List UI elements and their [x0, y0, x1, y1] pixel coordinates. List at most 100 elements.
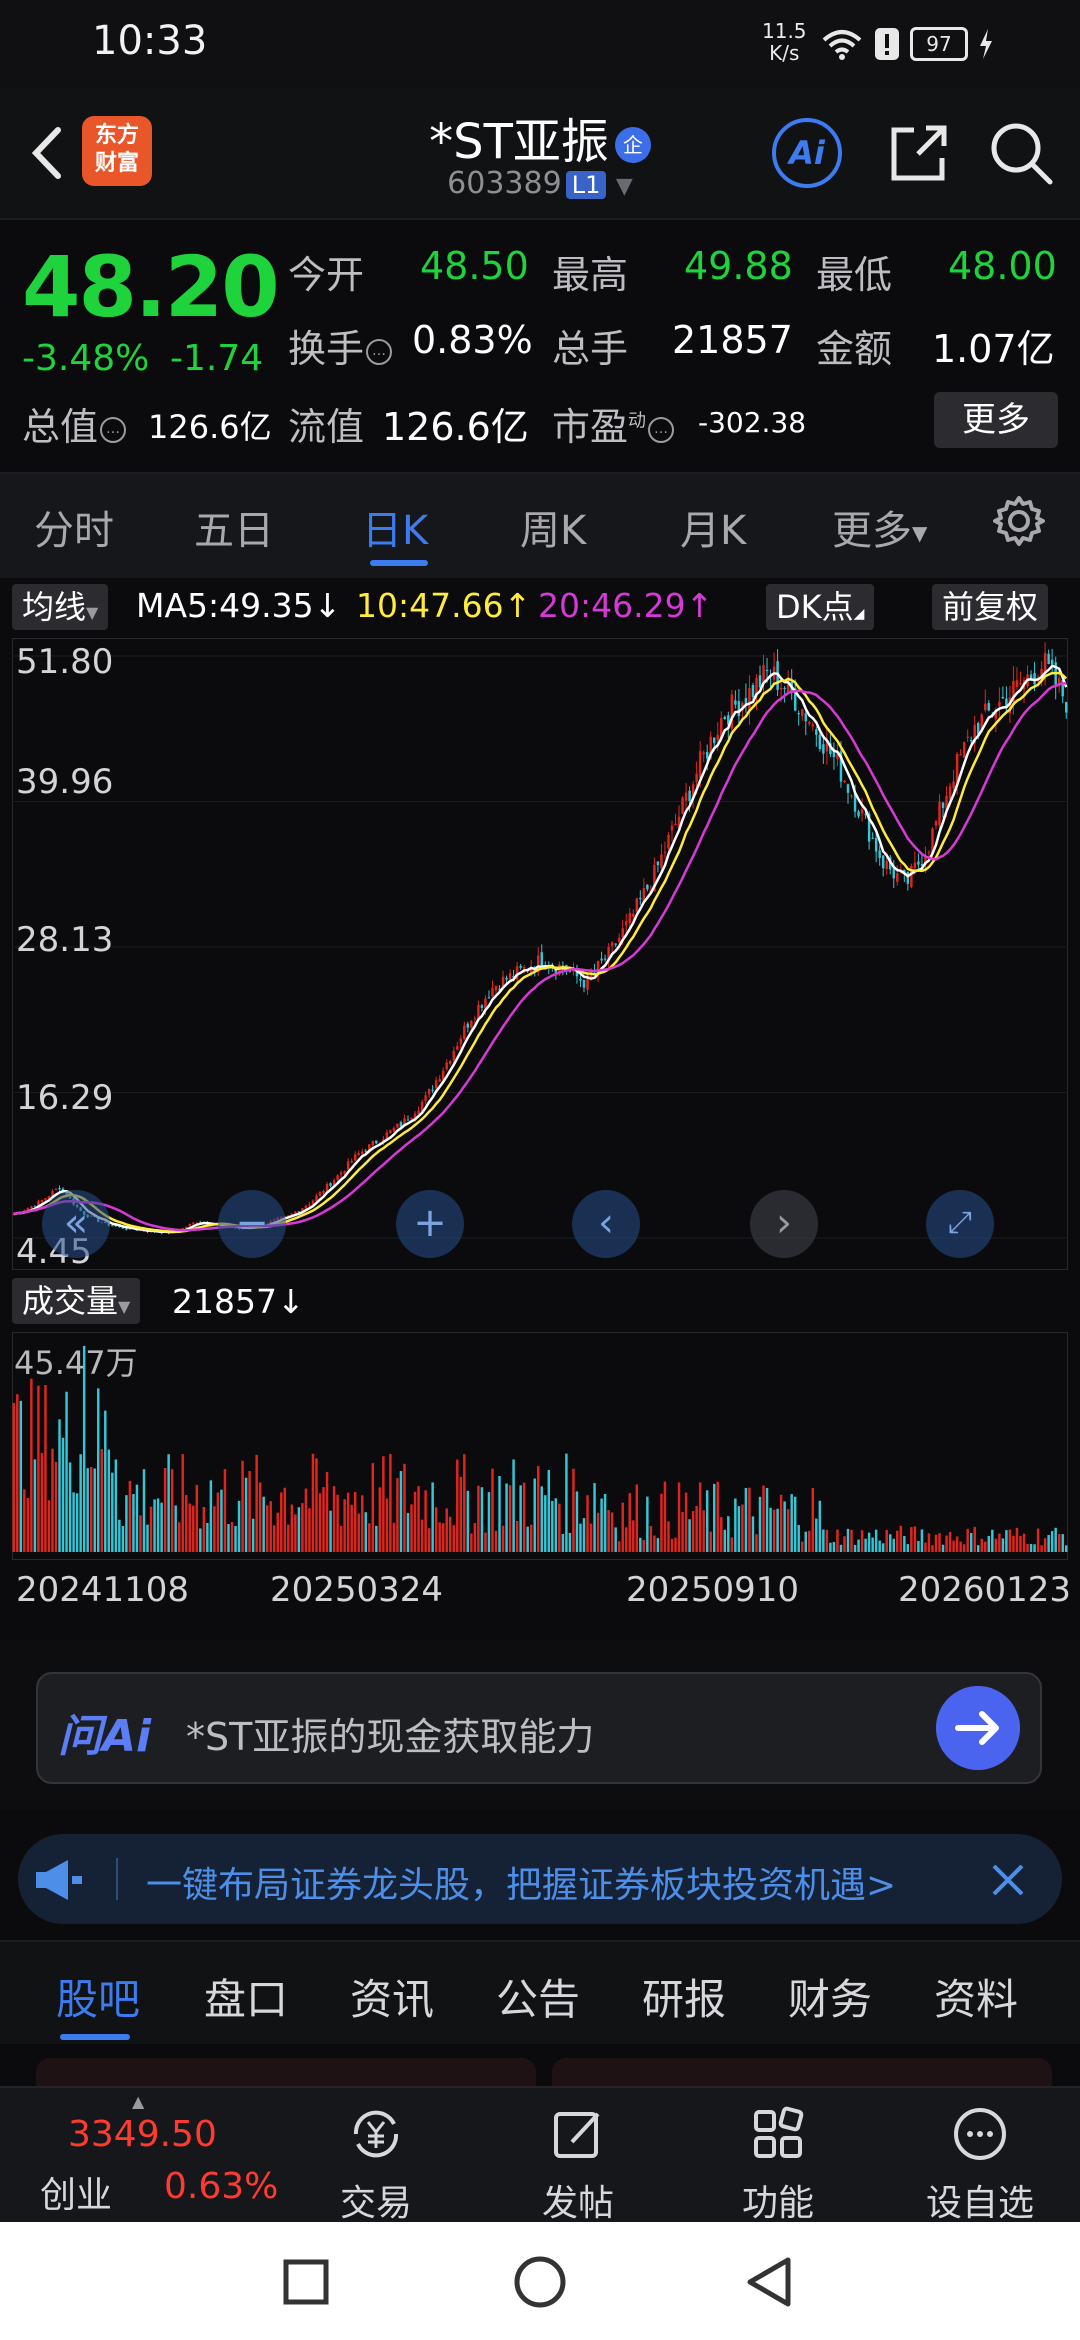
tab-finance[interactable]: 财务 [788, 1966, 872, 2027]
volume-bar [547, 1469, 551, 1552]
tab-more[interactable]: 更多▼ [832, 498, 927, 556]
search-icon[interactable] [986, 118, 1056, 188]
candle-body [1065, 702, 1068, 713]
volume-bar [1054, 1527, 1057, 1552]
home-icon[interactable] [512, 2254, 568, 2310]
ai-button[interactable]: Ai [772, 118, 842, 188]
volume-bar [1036, 1528, 1040, 1552]
candle-body [660, 854, 663, 868]
volume-bar [713, 1483, 716, 1552]
volume-bar [519, 1485, 522, 1552]
volume-bar [575, 1491, 579, 1552]
candle-body [948, 786, 952, 800]
ma20-text: 20:46.29↑ [538, 586, 714, 625]
promo-banner[interactable]: 一键布局证券龙头股，把握证券板块投资机遇> [18, 1834, 1062, 1924]
add-watchlist-button[interactable]: 设自选 [910, 2104, 1050, 2226]
volume-bar [26, 1497, 30, 1552]
scroll-left-button[interactable]: ‹ [572, 1190, 640, 1258]
volume-bar [969, 1533, 973, 1552]
volume-bar [403, 1463, 406, 1552]
candle-body [375, 1140, 378, 1144]
candle-body [424, 1095, 427, 1101]
candle-body [917, 861, 920, 865]
scroll-left-fast-button[interactable]: « [42, 1190, 110, 1258]
fullscreen-icon[interactable]: ⤢ [926, 1190, 994, 1258]
recents-icon[interactable] [282, 2258, 330, 2306]
share-icon[interactable] [884, 118, 954, 188]
enterprise-badge: 企 [614, 127, 651, 163]
volume-bar [642, 1539, 646, 1552]
volume-bar [195, 1484, 199, 1552]
volume-selector[interactable]: 成交量▼ [12, 1278, 141, 1324]
zoom-in-button[interactable]: + [396, 1190, 464, 1258]
volume-bar [177, 1522, 181, 1552]
close-icon[interactable] [980, 1852, 1036, 1908]
volume-bar [691, 1511, 695, 1552]
volume-chart[interactable] [12, 1332, 1068, 1560]
volume-bar [1019, 1535, 1022, 1552]
candle-body [417, 1110, 420, 1114]
tab-monthly-k[interactable]: 月K [680, 498, 746, 556]
tab-daily-k[interactable]: 日K [362, 498, 428, 556]
info-icon[interactable]: … [366, 338, 393, 365]
volume-bar [808, 1530, 811, 1552]
info-icon[interactable]: … [648, 416, 675, 443]
candle-body [371, 1141, 375, 1146]
volume-bar [815, 1518, 818, 1552]
candle-body [58, 1188, 61, 1190]
volume-bar [1029, 1543, 1033, 1552]
tab-five-day[interactable]: 五日 [194, 498, 274, 556]
post-button[interactable]: 发帖 [508, 2104, 648, 2226]
adjust-button[interactable]: 前复权 [932, 584, 1049, 630]
volume-bar [364, 1512, 367, 1552]
index-value[interactable]: 3349.50 [68, 2114, 217, 2155]
tab-research[interactable]: 研报 [642, 1966, 726, 2027]
functions-button[interactable]: 功能 [708, 2104, 848, 2226]
tab-announcements[interactable]: 公告 [496, 1966, 580, 2027]
candle-body [452, 1050, 455, 1061]
charging-icon [980, 29, 992, 59]
tab-pankou[interactable]: 盘口 [204, 1966, 288, 2027]
candle-body [364, 1150, 367, 1152]
volume-bar [948, 1531, 952, 1552]
volume-bar [966, 1528, 969, 1552]
arrow-right-icon[interactable] [936, 1686, 1020, 1770]
info-icon[interactable]: … [100, 416, 127, 443]
volume-bar [533, 1478, 536, 1552]
volume-bar [705, 1490, 709, 1552]
ma-selector[interactable]: 均线▼ [12, 584, 109, 630]
volume-bar [294, 1514, 297, 1552]
trade-button[interactable]: 交易 [306, 2104, 446, 2226]
nav-back-icon[interactable] [744, 2256, 794, 2308]
candle-body [188, 1223, 191, 1227]
tab-profile[interactable]: 资料 [934, 1966, 1018, 2027]
candle-body [765, 670, 769, 672]
dk-point-button[interactable]: DK点◢ [766, 584, 875, 630]
tab-weekly-k[interactable]: 周K [520, 498, 586, 556]
candle-body [998, 701, 1001, 707]
index-name[interactable]: 创业 [40, 2166, 112, 2218]
tab-news[interactable]: 资讯 [350, 1966, 434, 2027]
volume-bar [621, 1502, 624, 1552]
zoom-out-button[interactable]: − [218, 1190, 286, 1258]
gear-icon[interactable] [992, 494, 1046, 548]
candle-body [818, 734, 822, 749]
scroll-right-button[interactable]: › [750, 1190, 818, 1258]
tab-guba[interactable]: 股吧 [56, 1966, 140, 2027]
candle-body [392, 1127, 396, 1132]
volume-bar [44, 1385, 47, 1552]
volume-bar [748, 1487, 751, 1552]
candle-body [427, 1089, 431, 1095]
kline-chart[interactable] [12, 638, 1068, 1270]
volume-bar [452, 1525, 455, 1552]
ask-ai-input[interactable]: 问Ai *ST亚振的现金获取能力 [36, 1672, 1042, 1784]
tab-intraday[interactable]: 分时 [34, 498, 114, 556]
caret-down-icon: ▼ [912, 521, 928, 545]
volume-bar [304, 1488, 308, 1552]
more-quote-button[interactable]: 更多 [934, 392, 1058, 448]
volume-bar [79, 1454, 82, 1552]
volume-bar [280, 1492, 283, 1552]
volume-bar [786, 1509, 790, 1552]
volume-bar [498, 1476, 501, 1552]
volume-bar [47, 1500, 51, 1552]
